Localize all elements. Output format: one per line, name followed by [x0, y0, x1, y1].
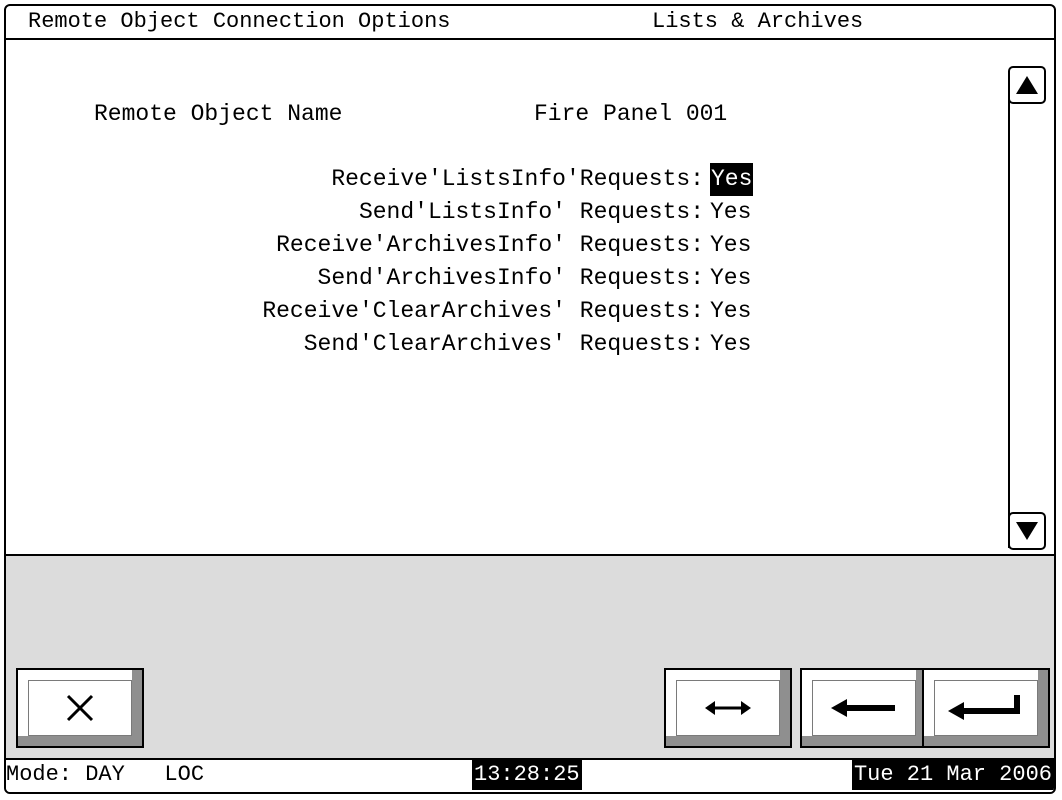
clock-time: 13:28:25 [472, 760, 582, 790]
option-value[interactable]: Yes [710, 163, 754, 196]
toggle-button[interactable] [664, 668, 792, 748]
button-panel [6, 554, 1054, 760]
double-arrow-icon [705, 701, 751, 715]
clock-date: Tue 21 Mar 2006 [851, 760, 1054, 790]
scroll-up-button[interactable] [1008, 66, 1046, 104]
option-label: Receive'ArchivesInfo' Requests: [276, 232, 704, 258]
option-label: Receive'ClearArchives' Requests: [262, 298, 704, 324]
option-value[interactable]: Yes [710, 295, 751, 328]
scroll-down-button[interactable] [1008, 512, 1046, 550]
back-button-face [812, 680, 916, 736]
scroll-track [1008, 92, 1010, 548]
enter-button[interactable] [922, 668, 1050, 748]
cancel-button-face [28, 680, 132, 736]
toggle-button-face [676, 680, 780, 736]
option-value[interactable]: Yes [710, 196, 751, 229]
mode-indicator: Mode: DAY LOC [6, 762, 205, 787]
screen-section-title: Lists & Archives [652, 9, 864, 34]
option-value[interactable]: Yes [710, 328, 751, 361]
options-content: Remote Object Name Fire Panel 001 Receiv… [16, 40, 1052, 552]
enter-button-face [934, 680, 1038, 736]
screen-title: Remote Object Connection Options [28, 9, 451, 34]
status-bar: Mode: DAY LOC 13:28:25 Tue 21 Mar 2006 [6, 758, 1054, 792]
cancel-button[interactable] [16, 668, 144, 748]
option-label: Receive'ListsInfo'Requests: [331, 166, 704, 192]
remote-object-name-label: Remote Object Name [94, 101, 343, 127]
triangle-up-icon [1016, 76, 1038, 94]
triangle-down-icon [1016, 522, 1038, 540]
option-label: Send'ArchivesInfo' Requests: [317, 265, 704, 291]
option-label: Send'ClearArchives' Requests: [303, 331, 704, 357]
option-value[interactable]: Yes [710, 262, 751, 295]
option-value[interactable]: Yes [710, 229, 751, 262]
left-arrow-icon [831, 699, 895, 717]
title-bar: Remote Object Connection Options Lists &… [6, 6, 1054, 40]
close-x-icon [66, 694, 94, 722]
app-window: Remote Object Connection Options Lists &… [4, 4, 1056, 794]
enter-arrow-icon [948, 695, 1020, 720]
back-button[interactable] [800, 668, 928, 748]
option-label: Send'ListsInfo' Requests: [358, 199, 704, 225]
remote-object-name-value: Fire Panel 001 [534, 101, 728, 127]
